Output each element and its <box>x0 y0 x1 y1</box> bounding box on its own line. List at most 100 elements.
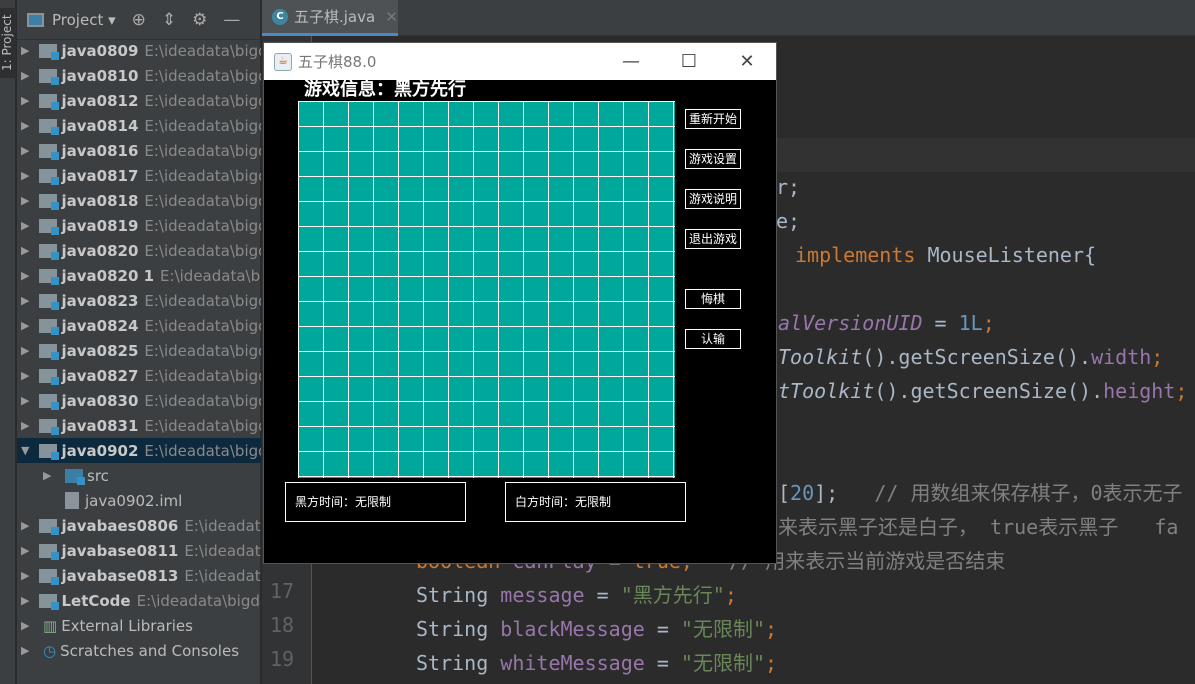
line-number: 18 <box>270 613 295 637</box>
minimize-button[interactable]: — <box>602 43 660 80</box>
chevron-right-icon[interactable]: ▶ <box>43 469 55 482</box>
chevron-right-icon[interactable]: ▶ <box>21 544 29 557</box>
close-button[interactable]: ✕ <box>718 43 776 80</box>
tab-wuziqi-java[interactable]: C 五子棋.java ✕ <box>262 0 398 36</box>
tree-item[interactable]: ▶ java0817 E:\ideadata\bigd <box>17 163 261 188</box>
tree-item[interactable]: ▼ java0902 E:\ideadata\bigd <box>17 438 261 463</box>
tree-item[interactable]: ▶ java0824 E:\ideadata\bigd <box>17 313 261 338</box>
tree-item-path: E:\ideadata\bigd <box>144 166 261 185</box>
chevron-right-icon[interactable]: ▶ <box>21 569 29 582</box>
tree-item[interactable]: ▶ java0830 E:\ideadata\bigd <box>17 388 261 413</box>
close-tab-icon[interactable]: ✕ <box>385 8 398 26</box>
module-folder-icon <box>39 118 60 135</box>
chevron-right-icon[interactable]: ▶ <box>21 119 29 132</box>
tree-item-label: java0819 <box>61 216 139 235</box>
code-line[interactable]: implements MouseListener{ <box>795 238 1096 272</box>
tree-item[interactable]: ▶ java0825 E:\ideadata\bigd <box>17 338 261 363</box>
chevron-right-icon[interactable]: ▶ <box>21 269 29 282</box>
tree-item-label: java0827 <box>61 366 139 385</box>
chevron-right-icon[interactable]: ▶ <box>21 219 29 232</box>
chevron-right-icon[interactable]: ▶ <box>21 344 29 357</box>
tree-item[interactable]: ▶ java0812 E:\ideadata\bigd <box>17 88 261 113</box>
scratches-icon: ◷ <box>43 641 57 660</box>
tree-item[interactable]: java0902.iml <box>17 488 261 513</box>
chevron-right-icon[interactable]: ▶ <box>21 369 29 382</box>
tree-item[interactable]: ▶ java0816 E:\ideadata\bigd <box>17 138 261 163</box>
game-board[interactable] <box>298 101 675 478</box>
tree-item[interactable]: ▶ java0809 E:\ideadata\bigd <box>17 38 261 63</box>
restart-button[interactable]: 重新开始 <box>685 109 741 129</box>
editor-tabs: C 五子棋.java ✕ <box>262 0 1195 36</box>
collapse-all-icon[interactable]: ⇕ <box>162 10 176 30</box>
tree-item[interactable]: ▶ java0819 E:\ideadata\bigd <box>17 213 261 238</box>
module-folder-icon <box>39 43 60 60</box>
code-line[interactable]: tToolkit().getScreenSize().height; <box>778 374 1187 408</box>
chevron-down-icon[interactable]: ▼ <box>21 444 29 457</box>
tree-item-label: java0820 <box>61 241 139 260</box>
locate-icon[interactable]: ⊕ <box>132 10 146 30</box>
undo-button[interactable]: 悔棋 <box>685 289 741 309</box>
chevron-right-icon[interactable]: ▶ <box>21 169 29 182</box>
tree-item[interactable]: ▶ javabaes0806 E:\ideadata\ <box>17 513 261 538</box>
tree-item-path: E:\ideadata\bigd <box>144 291 261 310</box>
tree-item[interactable]: ▶ src <box>17 463 261 488</box>
chevron-right-icon[interactable]: ▶ <box>21 244 29 257</box>
tree-item[interactable]: ▶ java0814 E:\ideadata\bigd <box>17 113 261 138</box>
module-folder-icon <box>39 193 60 210</box>
tree-item[interactable]: ▶ java0831 E:\ideadata\bigd <box>17 413 261 438</box>
tree-item-path: E:\ideadata\bigd <box>144 441 261 460</box>
java-class-icon: C <box>272 8 288 25</box>
tree-item[interactable]: ▶ java0810 E:\ideadata\bigd <box>17 63 261 88</box>
code-line[interactable]: 来表示黑子还是白子， true表示黑子 fa <box>778 510 1178 544</box>
module-folder-icon <box>39 393 60 410</box>
project-view-icon <box>27 12 44 27</box>
maximize-button[interactable]: ☐ <box>660 43 718 80</box>
chevron-right-icon[interactable]: ▶ <box>21 419 29 432</box>
tree-item[interactable]: ▶ javabase0811 E:\ideadata\ <box>17 538 261 563</box>
code-line[interactable]: e; <box>776 204 800 238</box>
chevron-right-icon[interactable]: ▶ <box>21 394 29 407</box>
project-view-dropdown[interactable]: Project ▾ <box>52 11 116 29</box>
minimize-icon[interactable]: — <box>223 10 240 30</box>
chevron-right-icon[interactable]: ▶ <box>21 144 29 157</box>
chevron-right-icon[interactable]: ▶ <box>21 294 29 307</box>
code-line[interactable]: [20]; // 用数组来保存棋子，0表示无子 <box>778 476 1183 510</box>
tree-item[interactable]: ▶ ◷ Scratches and Consoles <box>17 638 261 663</box>
code-line[interactable]: r; <box>776 170 800 204</box>
code-line[interactable]: String message = "黑方先行"; <box>416 578 737 612</box>
tree-item[interactable]: ▶ ▥ External Libraries <box>17 613 261 638</box>
chevron-right-icon[interactable]: ▶ <box>21 319 29 332</box>
tree-item-label: java0902.iml <box>85 491 183 510</box>
module-folder-icon <box>39 568 60 585</box>
tree-item[interactable]: ▶ java0827 E:\ideadata\bigd <box>17 363 261 388</box>
chevron-right-icon[interactable]: ▶ <box>21 94 29 107</box>
instructions-button[interactable]: 游戏说明 <box>685 189 741 209</box>
chevron-right-icon[interactable]: ▶ <box>21 69 29 82</box>
code-line[interactable]: String blackMessage = "无限制"; <box>416 612 777 646</box>
tree-item-path: E:\ideadata\big <box>160 266 261 285</box>
chevron-right-icon[interactable]: ▶ <box>21 519 29 532</box>
chevron-right-icon[interactable]: ▶ <box>21 644 33 657</box>
code-line[interactable]: alVersionUID = 1L; <box>778 306 995 340</box>
tree-item-label: javabase0813 <box>61 566 179 585</box>
module-folder-icon <box>39 593 60 610</box>
tree-item[interactable]: ▶ LetCode E:\ideadata\bigda <box>17 588 261 613</box>
settings-button[interactable]: 游戏设置 <box>685 149 741 169</box>
gear-icon[interactable]: ⚙ <box>192 10 207 30</box>
chevron-right-icon[interactable]: ▶ <box>21 194 29 207</box>
chevron-right-icon[interactable]: ▶ <box>21 594 29 607</box>
surrender-button[interactable]: 认输 <box>685 329 741 349</box>
tree-item[interactable]: ▶ javabase0813 E:\ideadata\ <box>17 563 261 588</box>
module-folder-icon <box>39 418 60 435</box>
chevron-right-icon[interactable]: ▶ <box>21 619 33 632</box>
tree-item-path: E:\ideadata\bigd <box>144 116 261 135</box>
chevron-right-icon[interactable]: ▶ <box>21 44 29 57</box>
tree-item[interactable]: ▶ java0820 E:\ideadata\bigd <box>17 238 261 263</box>
tree-item[interactable]: ▶ java0823 E:\ideadata\bigd <box>17 288 261 313</box>
code-line[interactable]: String whiteMessage = "无限制"; <box>416 646 777 680</box>
exit-button[interactable]: 退出游戏 <box>685 229 741 249</box>
project-tool-button[interactable]: 1: Project <box>0 8 16 78</box>
code-line[interactable]: Toolkit().getScreenSize().width; <box>778 340 1163 374</box>
tree-item[interactable]: ▶ java0818 E:\ideadata\bigd <box>17 188 261 213</box>
tree-item[interactable]: ▶ java0820 1 E:\ideadata\big <box>17 263 261 288</box>
